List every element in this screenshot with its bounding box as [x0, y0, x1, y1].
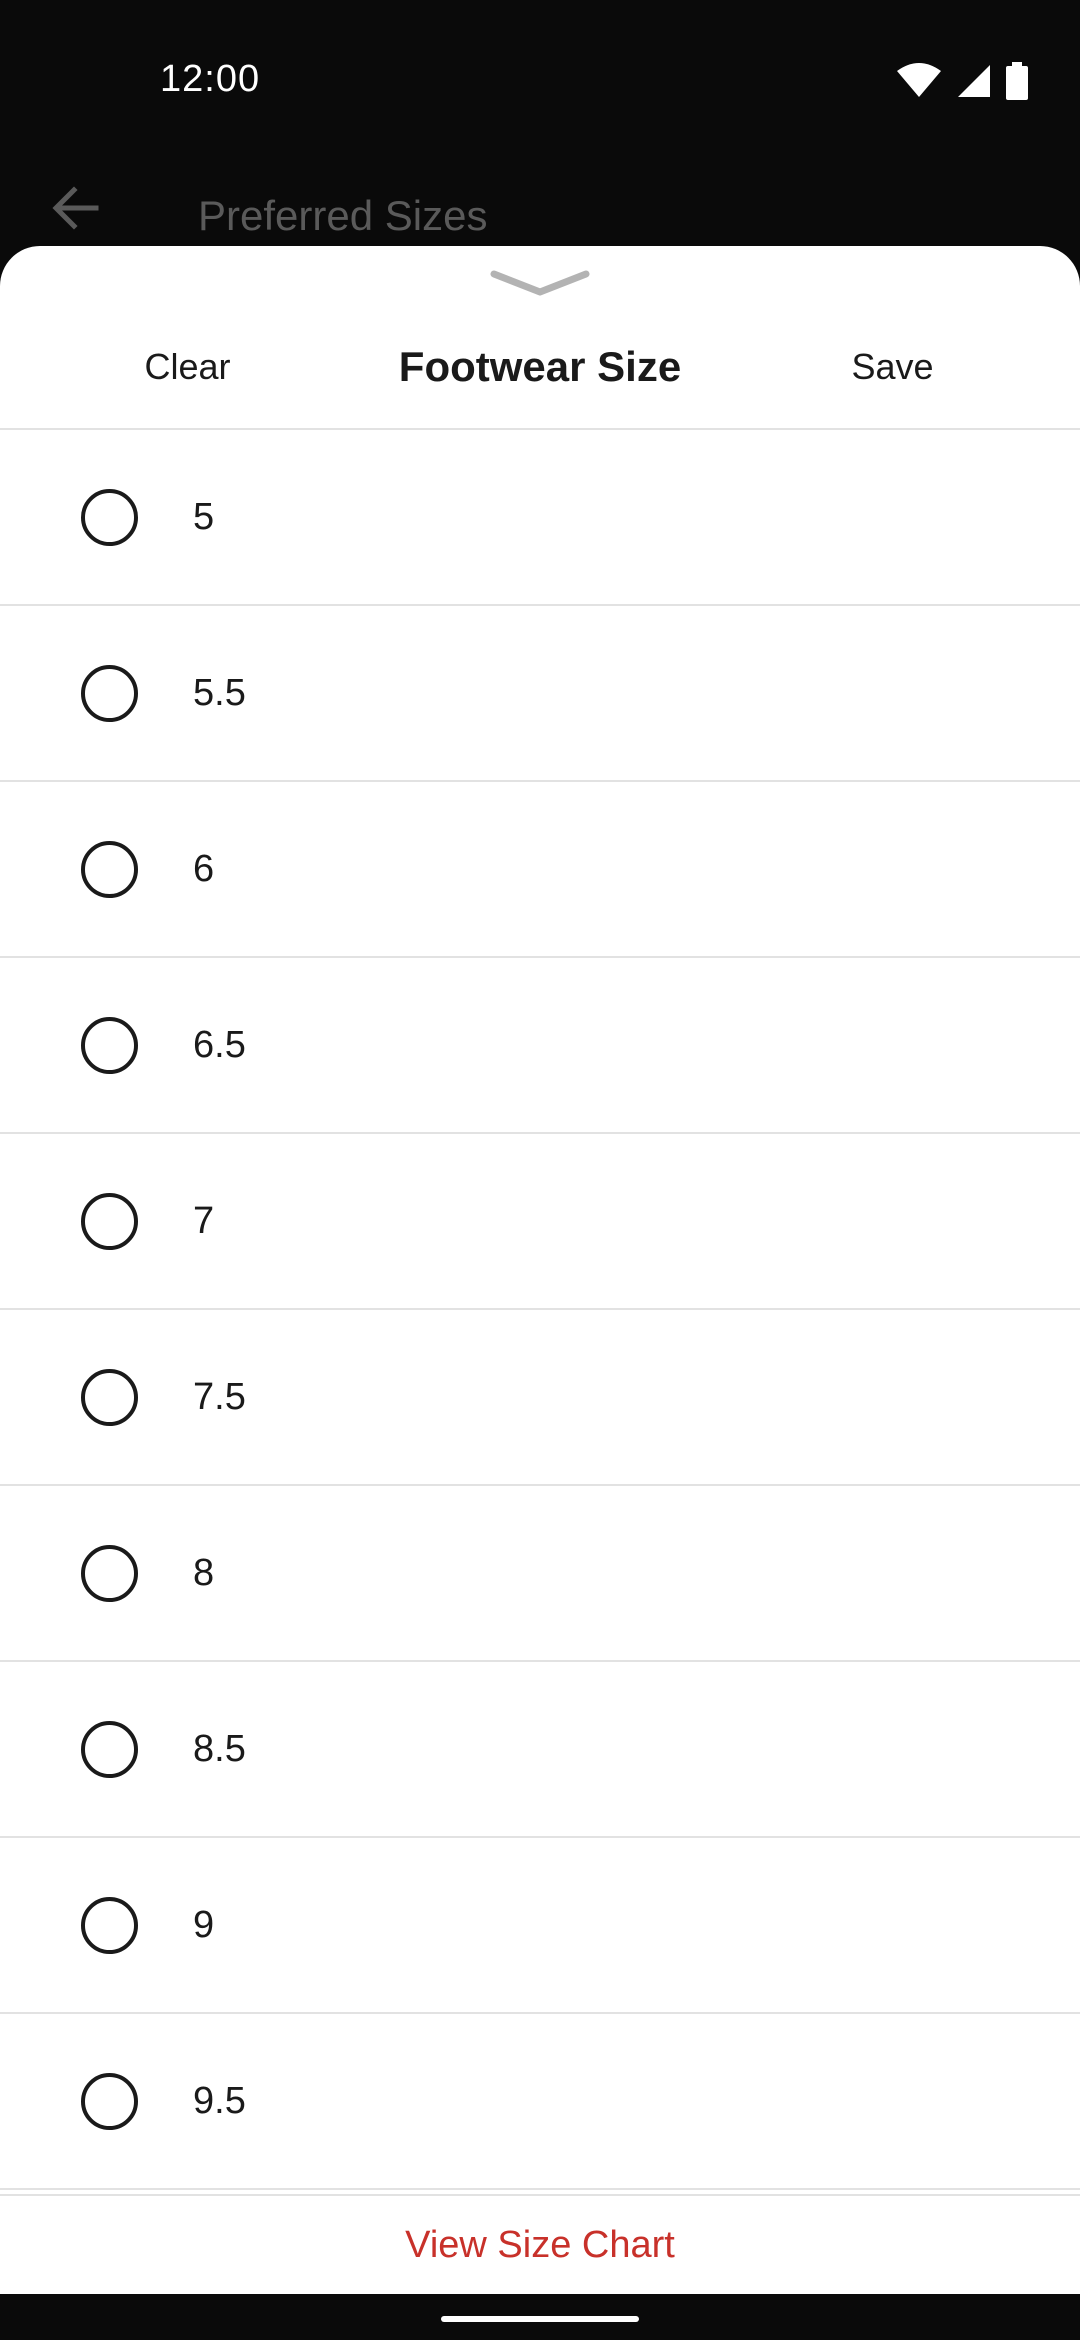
size-list: 5 5.5 6 6.5 7 7.5 8 8.5 9 9.5	[0, 430, 1080, 2190]
size-label: 6	[193, 847, 215, 890]
radio-unchecked-icon[interactable]	[81, 1192, 138, 1250]
size-option[interactable]: 5	[0, 430, 1080, 606]
size-label: 5	[193, 495, 215, 538]
size-option[interactable]: 8.5	[0, 1662, 1080, 1838]
size-option[interactable]: 9.5	[0, 2014, 1080, 2190]
size-label: 8	[193, 1551, 215, 1594]
size-option[interactable]: 5.5	[0, 606, 1080, 782]
radio-unchecked-icon[interactable]	[81, 488, 138, 546]
size-label: 7	[193, 1199, 215, 1242]
size-label: 5.5	[193, 671, 246, 714]
radio-unchecked-icon[interactable]	[81, 1544, 138, 1602]
battery-icon	[1006, 62, 1028, 100]
radio-unchecked-icon[interactable]	[81, 1368, 138, 1426]
size-label: 8.5	[193, 1727, 246, 1770]
radio-unchecked-icon[interactable]	[81, 1896, 138, 1954]
size-option[interactable]: 9	[0, 1838, 1080, 2014]
cellular-signal-icon	[956, 63, 992, 99]
arrow-left-icon[interactable]	[48, 180, 104, 236]
size-label: 9	[193, 1903, 215, 1946]
size-option[interactable]: 8	[0, 1486, 1080, 1662]
size-option[interactable]: 6	[0, 782, 1080, 958]
chevron-down-icon[interactable]	[490, 268, 590, 298]
size-option[interactable]: 6.5	[0, 958, 1080, 1134]
radio-unchecked-icon[interactable]	[81, 1016, 138, 1074]
size-chart-bar: View Size Chart	[0, 2194, 1080, 2294]
radio-unchecked-icon[interactable]	[81, 840, 138, 898]
nav-bar	[0, 2294, 1080, 2340]
footwear-size-sheet: Clear Footwear Size Save 5 5.5 6 6.5 7 7…	[0, 246, 1080, 2294]
radio-unchecked-icon[interactable]	[81, 2072, 138, 2130]
status-time: 12:00	[160, 58, 261, 100]
sheet-header: Clear Footwear Size Save	[0, 306, 1080, 428]
screen: 12:00 Preferred Sizes Clear Footwear Siz…	[0, 0, 1080, 2340]
home-indicator[interactable]	[441, 2316, 639, 2322]
radio-unchecked-icon[interactable]	[81, 1720, 138, 1778]
app-title: Preferred Sizes	[198, 192, 488, 239]
size-label: 6.5	[193, 1023, 246, 1066]
size-option[interactable]: 7.5	[0, 1310, 1080, 1486]
size-label: 7.5	[193, 1375, 246, 1418]
save-button[interactable]: Save	[820, 306, 965, 428]
size-label: 9.5	[193, 2079, 246, 2122]
radio-unchecked-icon[interactable]	[81, 664, 138, 722]
wifi-icon	[896, 63, 942, 99]
clear-button[interactable]: Clear	[110, 306, 265, 428]
view-size-chart-link[interactable]: View Size Chart	[405, 2224, 675, 2267]
status-bar: 12:00	[0, 0, 1080, 165]
status-icons	[896, 62, 1028, 100]
size-option[interactable]: 7	[0, 1134, 1080, 1310]
